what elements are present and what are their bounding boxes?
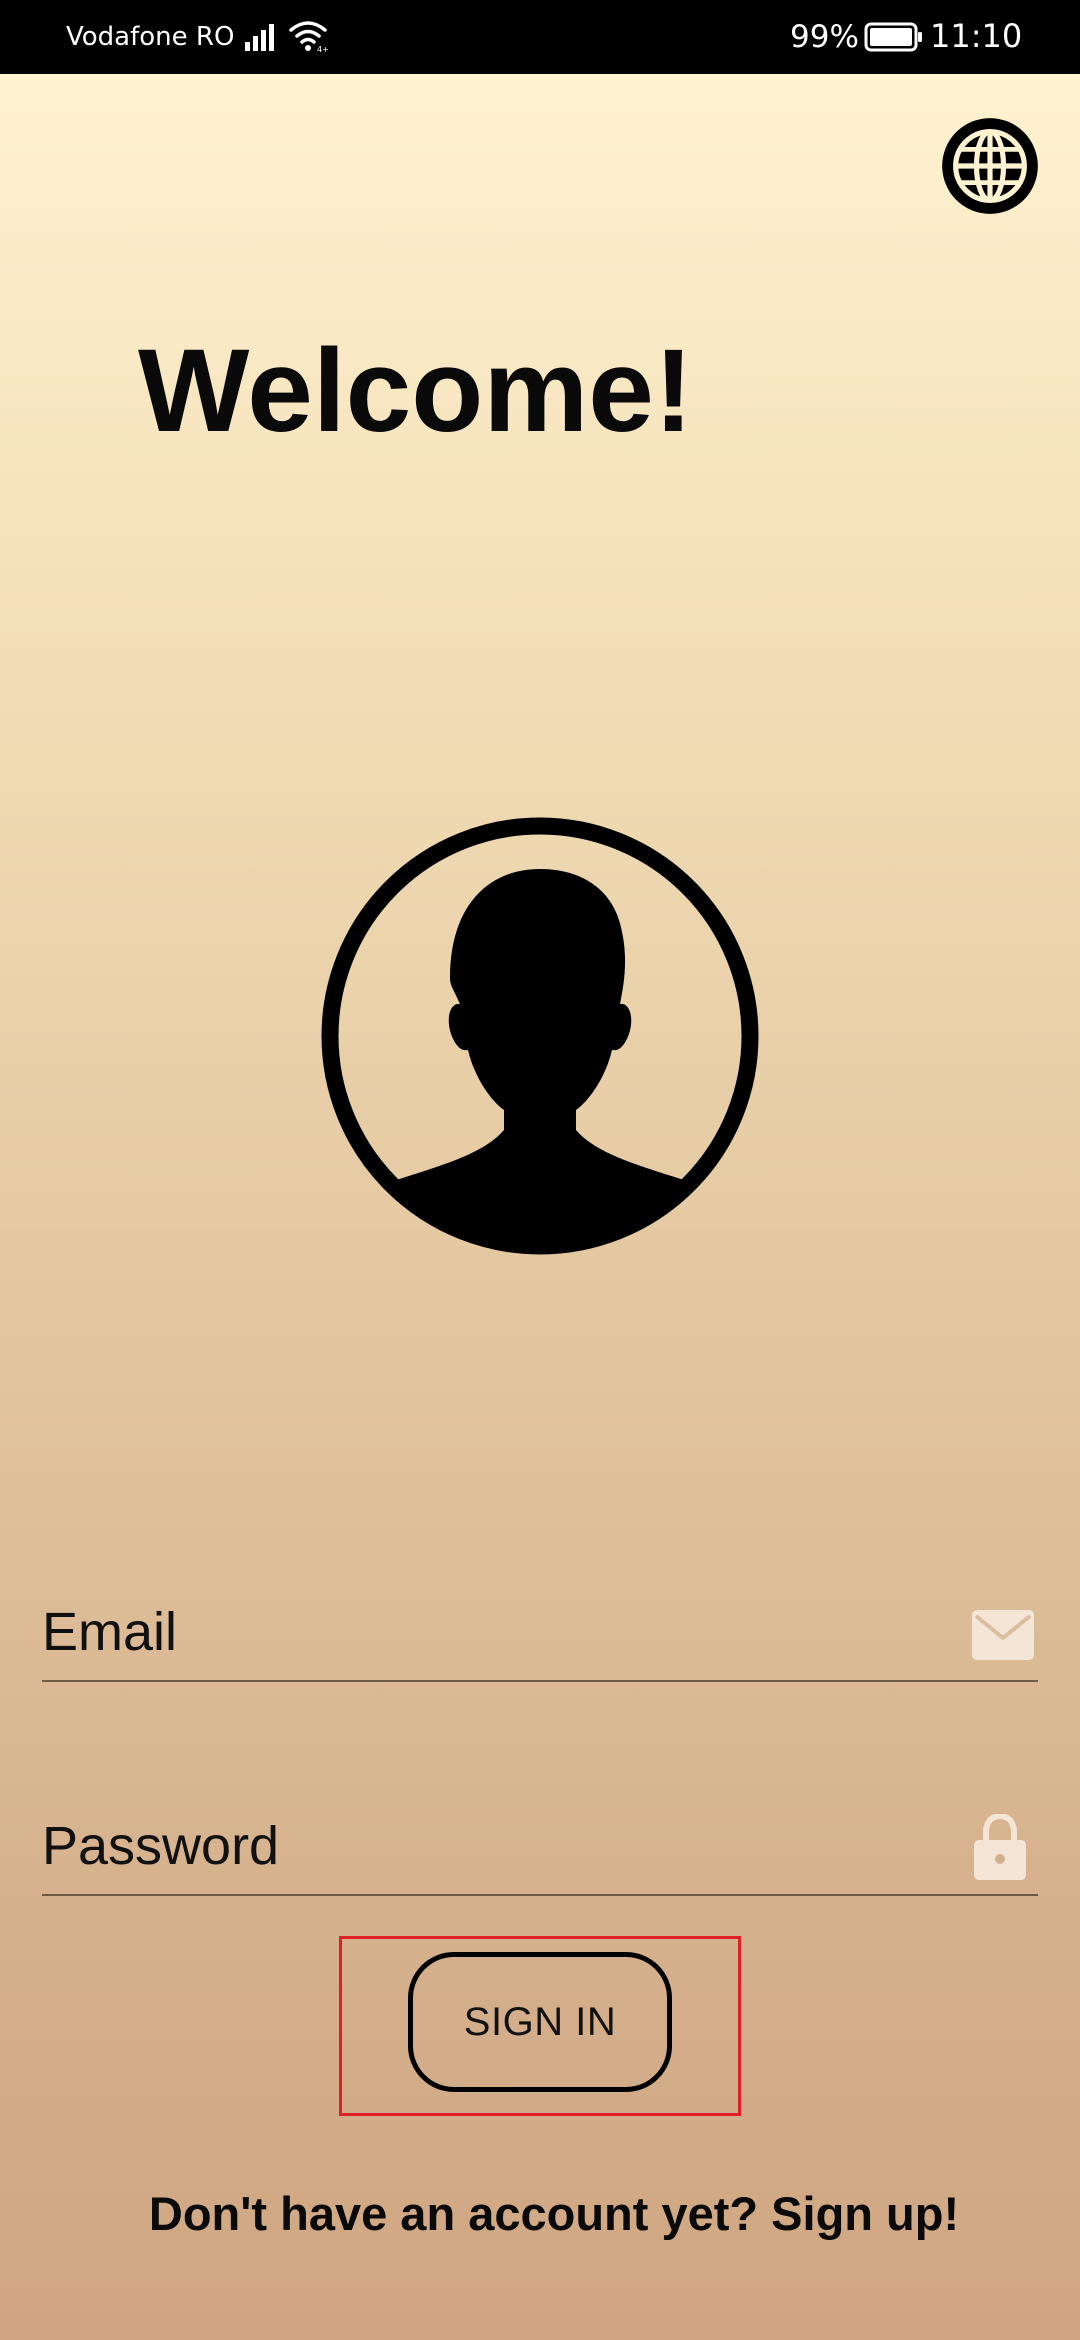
battery-icon	[864, 22, 922, 52]
lock-icon	[974, 1814, 1026, 1880]
globe-icon	[942, 118, 1038, 214]
sign-up-link[interactable]: Don't have an account yet? Sign up!	[0, 2184, 1080, 2244]
language-button[interactable]	[938, 114, 1042, 218]
svg-text:4+: 4+	[317, 45, 328, 54]
sign-in-button[interactable]: SIGN IN	[408, 1952, 672, 2092]
email-field-container	[42, 1584, 1038, 1682]
status-bar: Vodafone RO 4+ 99% 11:10	[0, 0, 1080, 74]
signal-icon	[245, 24, 274, 51]
envelope-icon	[972, 1610, 1034, 1660]
clock: 11:10	[930, 17, 1023, 55]
email-input[interactable]	[42, 1584, 962, 1680]
password-field-container	[42, 1798, 1038, 1896]
login-screen: Welcome! SIGN IN Don't have an account y…	[0, 74, 1080, 2340]
carrier-name: Vodafone RO	[66, 22, 235, 52]
wifi-icon: 4+	[289, 21, 328, 54]
user-silhouette-icon	[321, 817, 759, 1255]
page-title: Welcome!	[138, 325, 694, 457]
battery-percent: 99%	[790, 19, 859, 55]
password-input[interactable]	[42, 1798, 962, 1894]
